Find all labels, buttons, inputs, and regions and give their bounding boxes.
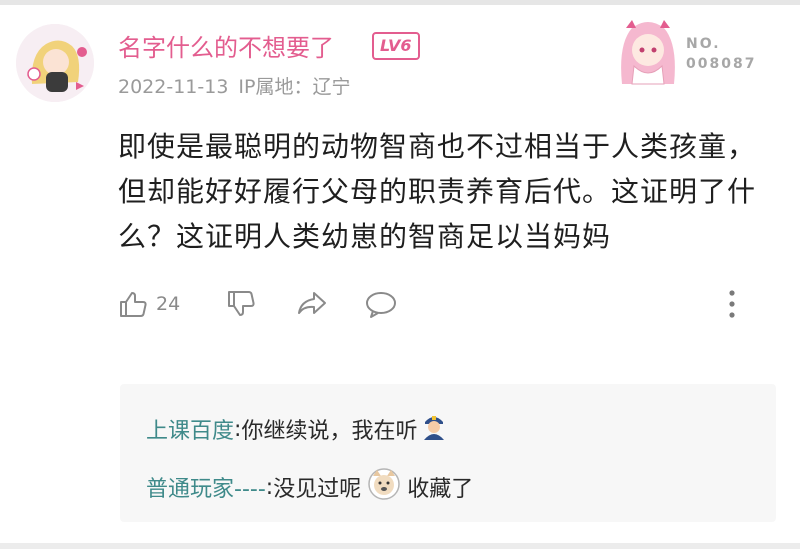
thumbs-down-icon — [228, 291, 255, 316]
reply-list[interactable]: 上课百度: 你继续说，我在听 普通玩家----: 没见过呢 收藏了 — [120, 384, 776, 522]
comment-meta: 2022-11-13 IP属地：辽宁 — [118, 72, 350, 99]
comment-text: 即使是最聪明的动物智商也不过相当于人类孩童，但却能好好履行父母的职责养育后代。这… — [118, 130, 757, 253]
comment-date: 2022-11-13 — [118, 76, 229, 98]
reply-button[interactable] — [364, 284, 398, 324]
like-count: 24 — [156, 293, 181, 315]
anime-girl-icon — [621, 20, 675, 85]
decoration-avatar — [612, 14, 684, 86]
reply-text: 你继续说，我在听 — [241, 419, 418, 444]
dog-face-icon — [367, 468, 401, 506]
decoration-number: NO. 008087 — [686, 34, 756, 74]
share-button[interactable] — [296, 284, 328, 324]
username[interactable]: 名字什么的不想要了 — [118, 28, 334, 63]
reply-item[interactable]: 普通玩家----: 没见过呢 收藏了 — [146, 468, 473, 506]
reply-text: 没见过呢 — [273, 477, 362, 502]
reply-text-after: 收藏了 — [407, 477, 474, 502]
bottom-divider — [0, 543, 800, 549]
reply-author[interactable]: 上课百度 — [146, 413, 234, 445]
top-divider — [0, 0, 800, 5]
share-icon — [298, 292, 326, 314]
reply-item[interactable]: 上课百度: 你继续说，我在听 — [146, 412, 447, 446]
reply-separator: : — [265, 474, 274, 500]
police-officer-icon — [421, 412, 447, 446]
reply-separator: : — [234, 416, 242, 442]
decoration-no-number: 008087 — [686, 56, 757, 72]
comment-actions: 24 — [118, 284, 758, 324]
dislike-button[interactable] — [226, 284, 256, 324]
comment-icon — [366, 292, 396, 318]
thumbs-up-icon — [120, 292, 147, 317]
decoration-no-label: NO. — [686, 36, 721, 52]
avatar-illustration — [16, 24, 94, 102]
level-badge: LV6 — [372, 32, 420, 60]
more-button[interactable] — [728, 288, 736, 320]
more-icon — [729, 290, 735, 318]
user-avatar[interactable] — [16, 24, 94, 102]
reply-author[interactable]: 普通玩家---- — [146, 471, 266, 503]
like-button[interactable]: 24 — [118, 284, 180, 324]
ip-location: IP属地：辽宁 — [238, 76, 351, 98]
